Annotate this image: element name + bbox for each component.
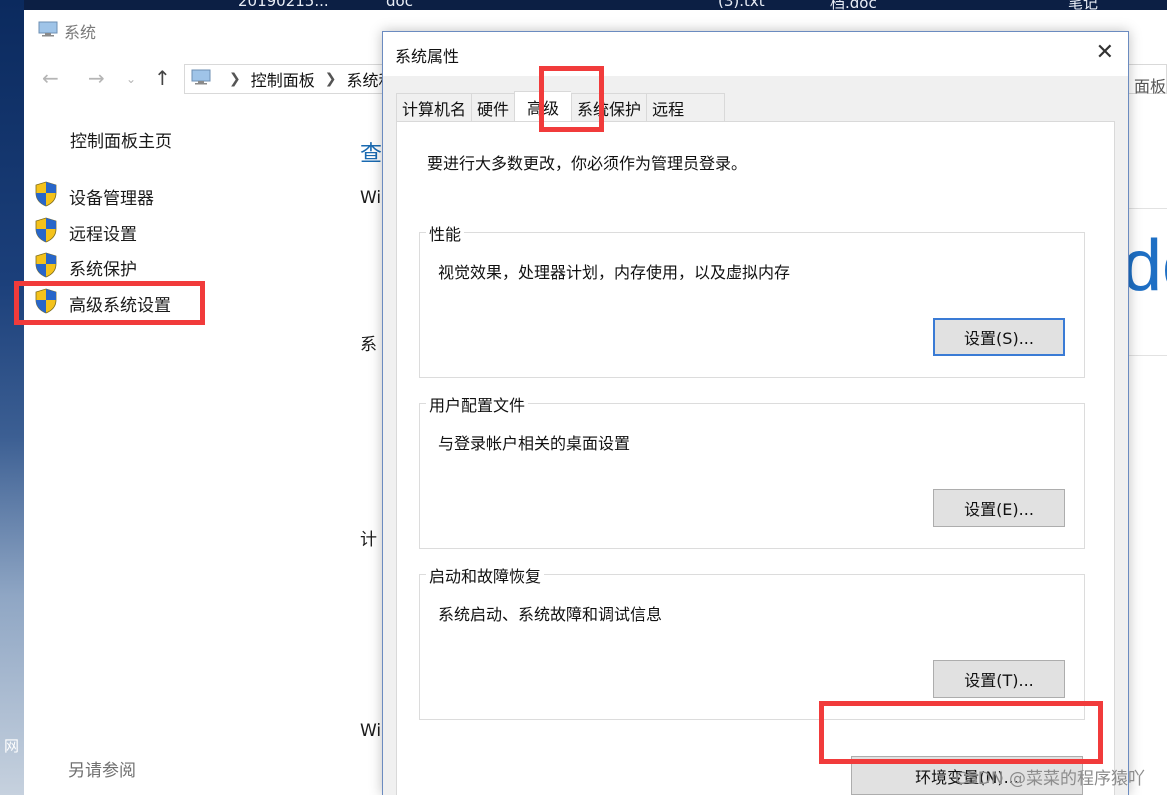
sidebar-item-label: 远程设置 bbox=[69, 225, 137, 245]
dialog-title: 系统属性 bbox=[395, 47, 460, 66]
divider-line bbox=[1127, 355, 1167, 356]
main-text-fragment: 系 bbox=[360, 335, 377, 355]
window-title-text: 系统 bbox=[64, 23, 97, 42]
sidebar-item-device-manager[interactable]: 设备管理器 bbox=[34, 181, 154, 212]
main-heading-fragment: 查 bbox=[360, 142, 383, 167]
tab-advanced[interactable]: 高级 bbox=[514, 91, 572, 122]
group-title: 启动和故障恢复 bbox=[426, 563, 545, 587]
forward-arrow-icon[interactable]: → bbox=[88, 66, 105, 90]
sidebar-item-label: 设备管理器 bbox=[69, 189, 154, 209]
desktop-file-label[interactable]: 档.doc bbox=[830, 0, 877, 10]
up-arrow-icon[interactable]: ↑ bbox=[154, 66, 171, 90]
see-also-heading: 另请参阅 bbox=[68, 761, 136, 781]
dialog-body: 计算机名 硬件 高级 系统保护 远程 要进行大多数更改，你必须作为管理员登录。 … bbox=[383, 76, 1128, 795]
address-bar-right-text: 面板 bbox=[1133, 77, 1166, 96]
sidebar-item-advanced-settings[interactable]: 高级系统设置 bbox=[34, 288, 171, 319]
group-description: 与登录帐户相关的桌面设置 bbox=[438, 434, 631, 453]
advanced-tab-panel: 要进行大多数更改，你必须作为管理员登录。 性能 视觉效果，处理器计划，内存使用，… bbox=[396, 121, 1115, 795]
control-panel-home-link[interactable]: 控制面板主页 bbox=[70, 127, 172, 152]
sidebar-item-remote-settings[interactable]: 远程设置 bbox=[34, 217, 137, 248]
startup-recovery-settings-button[interactable]: 设置(T)... bbox=[933, 660, 1065, 698]
group-title: 性能 bbox=[426, 221, 465, 245]
tab-strip: 计算机名 硬件 高级 系统保护 远程 bbox=[396, 91, 726, 122]
main-text-fragment: Wi bbox=[360, 188, 382, 208]
tab-system-protection[interactable]: 系统保护 bbox=[571, 93, 647, 122]
group-description: 系统启动、系统故障和调试信息 bbox=[438, 605, 663, 624]
desktop-icon-label[interactable]: 网 bbox=[4, 735, 19, 756]
user-profiles-group: 用户配置文件 与登录帐户相关的桌面设置 设置(E)... bbox=[419, 392, 1085, 549]
desktop-file-label[interactable]: doc bbox=[386, 0, 413, 10]
sidebar-item-label: 高级系统设置 bbox=[69, 296, 171, 316]
performance-settings-button[interactable]: 设置(S)... bbox=[933, 318, 1065, 356]
desktop-file-label[interactable]: (3).txt bbox=[718, 0, 765, 10]
breadcrumb-separator-icon: ❯ bbox=[324, 71, 337, 87]
startup-recovery-group: 启动和故障恢复 系统启动、系统故障和调试信息 设置(T)... bbox=[419, 563, 1085, 720]
uac-shield-icon bbox=[34, 181, 58, 212]
system-properties-dialog: 系统属性 ✕ 计算机名 硬件 高级 系统保护 远程 要进行大多数更改，你必须作为… bbox=[382, 31, 1129, 795]
chevron-down-icon[interactable]: ⌄ bbox=[126, 72, 136, 86]
window-title: 系统 bbox=[38, 20, 96, 42]
main-text-fragment: 计 bbox=[360, 530, 377, 550]
uac-shield-icon bbox=[34, 288, 58, 319]
divider-line bbox=[1127, 208, 1167, 209]
monitor-icon bbox=[191, 69, 211, 89]
user-profiles-settings-button[interactable]: 设置(E)... bbox=[933, 489, 1065, 527]
breadcrumb-separator-icon: ❯ bbox=[229, 71, 241, 87]
tab-remote[interactable]: 远程 bbox=[646, 93, 726, 122]
admin-notice: 要进行大多数更改，你必须作为管理员登录。 bbox=[427, 154, 748, 173]
breadcrumb-item[interactable]: 控制面板 bbox=[251, 67, 315, 91]
watermark-text: CSDN @菜菜的程序猿吖 bbox=[955, 769, 1145, 789]
desktop-background: 网 bbox=[0, 0, 24, 795]
uac-shield-icon bbox=[34, 252, 58, 283]
back-arrow-icon[interactable]: ← bbox=[42, 66, 59, 90]
tab-computer-name[interactable]: 计算机名 bbox=[396, 93, 472, 122]
tab-hardware[interactable]: 硬件 bbox=[471, 93, 515, 122]
desktop-file-label[interactable]: 笔记 bbox=[1068, 0, 1098, 10]
performance-group: 性能 视觉效果，处理器计划，内存使用，以及虚拟内存 设置(S)... bbox=[419, 221, 1085, 378]
group-title: 用户配置文件 bbox=[426, 392, 529, 416]
close-icon[interactable]: ✕ bbox=[1096, 40, 1114, 65]
sidebar-item-label: 系统保护 bbox=[69, 260, 137, 280]
main-text-fragment: Wi bbox=[360, 721, 382, 741]
group-description: 视觉效果，处理器计划，内存使用，以及虚拟内存 bbox=[438, 263, 791, 282]
desktop-file-label[interactable]: 20190215... bbox=[238, 0, 329, 10]
monitor-icon bbox=[38, 21, 58, 41]
desktop-file-strip: 20190215... doc (3).txt 档.doc 笔记 bbox=[24, 0, 1167, 10]
sidebar-item-system-protection[interactable]: 系统保护 bbox=[34, 252, 137, 283]
uac-shield-icon bbox=[34, 217, 58, 248]
